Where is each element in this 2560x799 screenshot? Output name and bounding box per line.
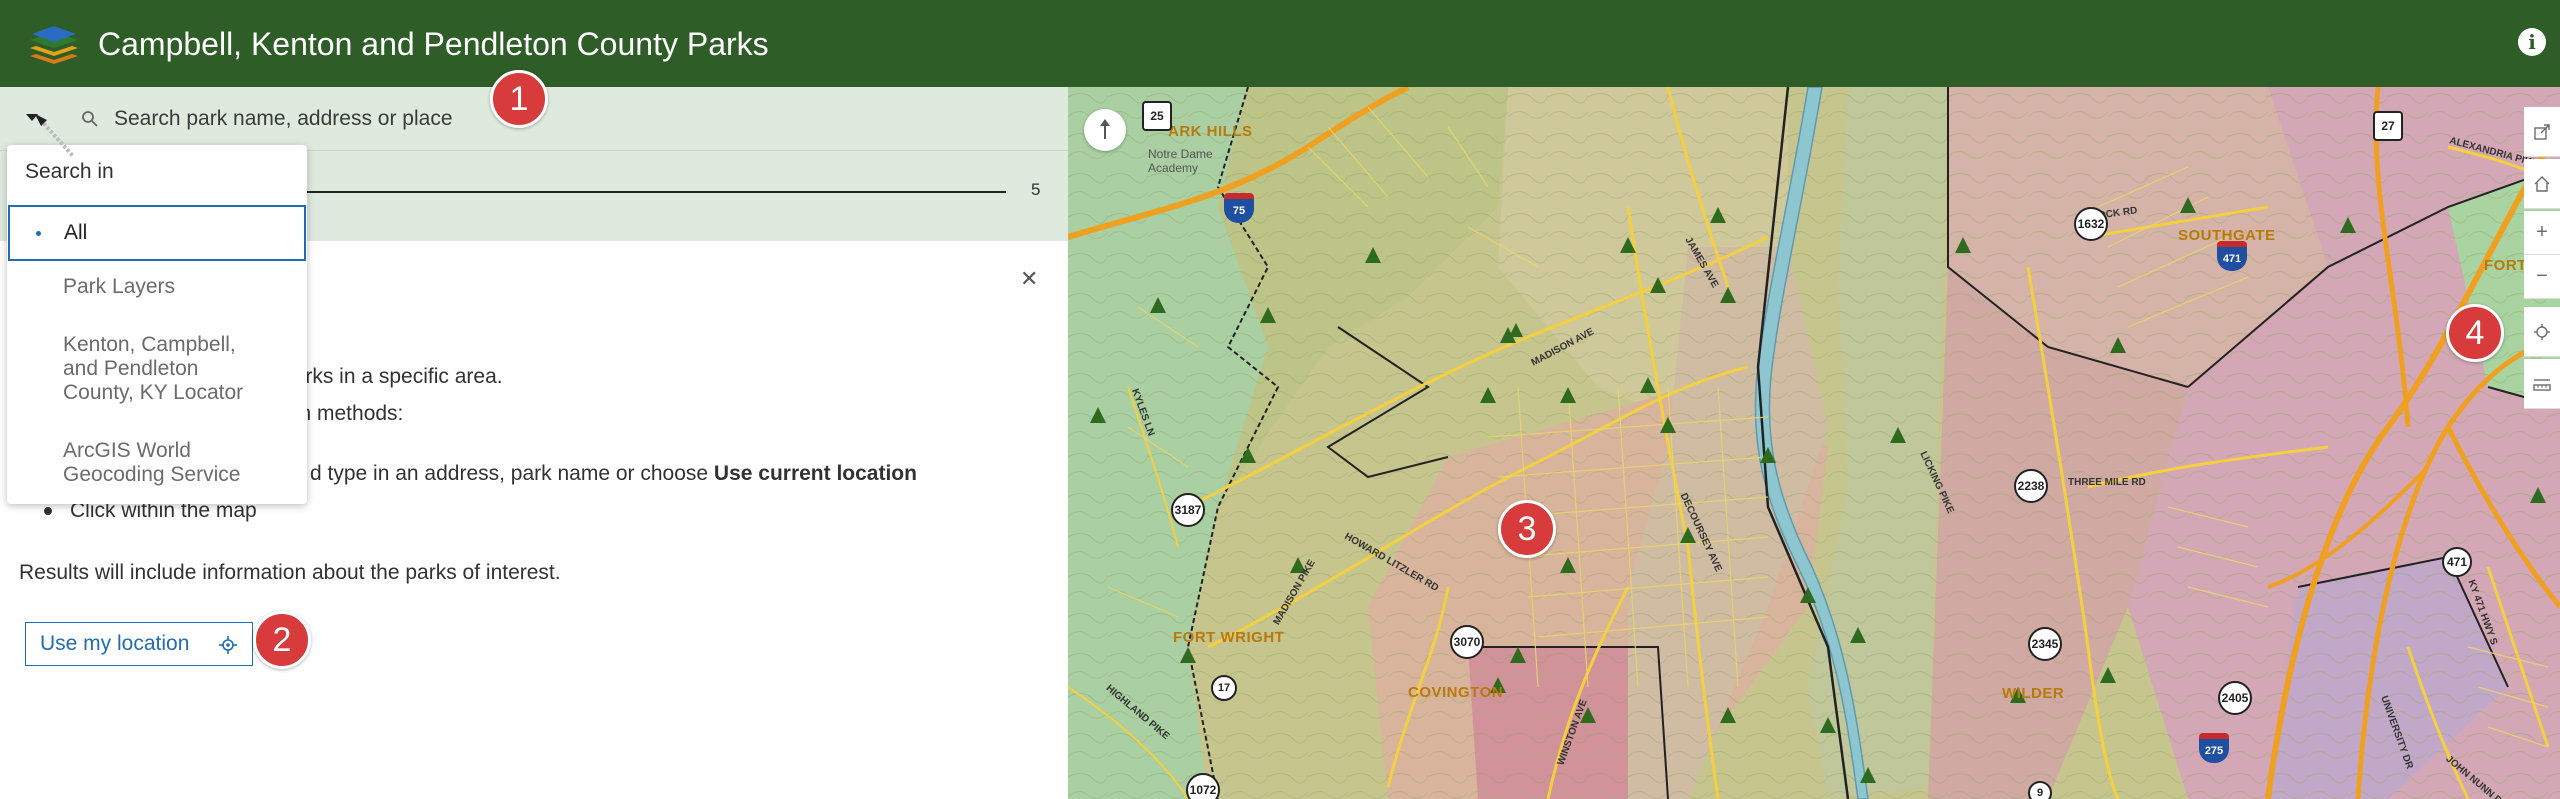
interstate-shield: 75 xyxy=(1224,193,1254,223)
bullet-dot xyxy=(44,507,52,515)
callout-badge-2: 2 xyxy=(253,611,311,669)
zoom-out-icon: − xyxy=(2536,265,2548,287)
app-header: Campbell, Kenton and Pendleton County Pa… xyxy=(0,0,2560,87)
callout-badge-3: 3 xyxy=(1498,500,1556,558)
option-label: All xyxy=(64,221,88,244)
search-icon xyxy=(82,111,98,127)
map-canvas[interactable] xyxy=(1068,87,2560,799)
callout-badge-1: 1 xyxy=(490,70,548,128)
search-in-header: Search in xyxy=(25,160,114,183)
use-my-location-label: Use my location xyxy=(40,632,190,655)
locate-icon xyxy=(2534,323,2550,340)
instructions-line-1: parks in a specific area. xyxy=(282,365,503,388)
share-icon xyxy=(2534,123,2550,140)
map-label-wilder: WILDER xyxy=(2002,685,2065,702)
locate-icon xyxy=(219,636,237,654)
measure-button[interactable] xyxy=(2524,359,2560,409)
search-source-county-locator[interactable]: Kenton, Campbell, and Pendleton County, … xyxy=(7,333,247,405)
route-shield: 471 xyxy=(2442,547,2472,577)
bullet-1-text: d type in an address, park name or choos… xyxy=(310,462,714,485)
compass-button[interactable] xyxy=(1084,109,1126,151)
search-source-world-geocoding[interactable]: ArcGIS World Geocoding Service xyxy=(7,439,257,487)
share-button[interactable] xyxy=(2524,107,2560,157)
info-icon[interactable]: i xyxy=(2518,28,2546,56)
map-view[interactable]: ARK HILLS Notre Dame Academy FORT WRIGHT… xyxy=(1068,87,2560,799)
measure-icon xyxy=(2533,378,2551,391)
zoom-in-icon: + xyxy=(2536,221,2548,243)
route-shield: 1072 xyxy=(1186,773,1220,799)
selected-bullet xyxy=(36,231,41,236)
search-input[interactable] xyxy=(114,99,814,139)
map-label-park-hills: ARK HILLS xyxy=(1168,123,1253,140)
route-shield: 2345 xyxy=(2028,627,2062,661)
callout-badge-4: 4 xyxy=(2446,304,2504,362)
route-shield: 3187 xyxy=(1171,493,1205,527)
app-title: Campbell, Kenton and Pendleton County Pa… xyxy=(98,26,769,62)
home-button[interactable] xyxy=(2524,159,2560,209)
use-my-location-button[interactable]: Use my location xyxy=(25,622,253,666)
road-label-three-mile: THREE MILE RD xyxy=(2068,477,2146,488)
mouse-cursor-icon xyxy=(35,114,75,158)
route-shield: 17 xyxy=(1211,675,1237,701)
route-shield: 2238 xyxy=(2014,469,2048,503)
interstate-shield: 275 xyxy=(2199,733,2229,763)
locate-button[interactable] xyxy=(2524,307,2560,357)
route-shield: 3070 xyxy=(1450,625,1484,659)
interstate-shield: 471 xyxy=(2217,241,2247,271)
instructions-bullet-1: d type in an address, park name or choos… xyxy=(310,462,917,486)
north-arrow-icon xyxy=(1100,119,1110,139)
search-source-menu: Search in All Park Layers Kenton, Campbe… xyxy=(7,145,307,504)
layers-logo-icon xyxy=(30,26,78,64)
route-shield: 2405 xyxy=(2218,681,2252,715)
route-shield: 27 xyxy=(2373,111,2403,141)
zoom-in-button[interactable]: + xyxy=(2524,211,2560,255)
search-source-all[interactable]: All xyxy=(8,205,306,261)
route-shield: 25 xyxy=(1142,101,1172,131)
map-label-covington: COVINGTON xyxy=(1408,684,1504,701)
home-icon xyxy=(2534,175,2550,192)
route-shield: 9 xyxy=(2028,781,2052,799)
map-label-fort-wright: FORT WRIGHT xyxy=(1173,629,1285,646)
distance-slider-track[interactable] xyxy=(300,191,1006,193)
slider-max-value: 5 xyxy=(1031,180,1041,199)
route-shield: 1632 xyxy=(2074,207,2108,241)
search-source-park-layers[interactable]: Park Layers xyxy=(7,275,307,299)
close-icon[interactable]: ✕ xyxy=(1020,267,1038,292)
results-note: Results will include information about t… xyxy=(19,561,561,584)
zoom-out-button[interactable]: − xyxy=(2524,255,2560,299)
bullet-1-bold: Use current location xyxy=(713,462,917,485)
map-label-notre-dame: Notre Dame Academy xyxy=(1148,147,1213,175)
